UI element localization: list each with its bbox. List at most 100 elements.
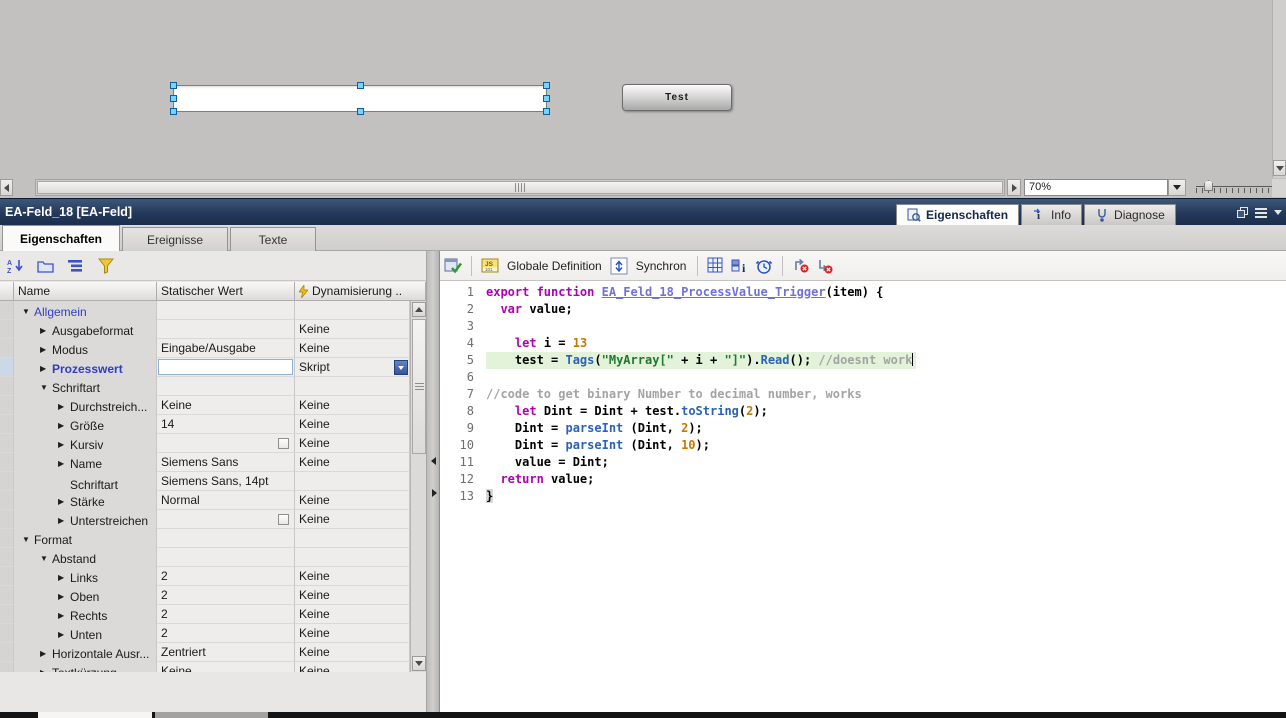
scrollbar-thumb[interactable] <box>37 181 1003 194</box>
timers-icon[interactable] <box>755 257 773 275</box>
property-name-cell[interactable]: ▶Horizontale Ausr... <box>14 643 157 662</box>
code-line[interactable]: 3 <box>440 318 1286 335</box>
script-code-editor[interactable]: 1export function EA_Feld_18_ProcessValue… <box>440 282 1286 712</box>
property-name-cell[interactable]: ▶Textkürzung <box>14 662 157 672</box>
zoom-dropdown-button[interactable] <box>1168 179 1186 196</box>
header-static-value[interactable]: Statischer Wert <box>157 282 295 301</box>
property-name-cell[interactable]: ▶Stärke <box>14 491 157 510</box>
expand-closed-icon[interactable]: ▶ <box>58 569 70 586</box>
design-canvas[interactable]: Test <box>0 0 1286 178</box>
value-checkbox[interactable] <box>278 514 289 525</box>
static-value-cell[interactable] <box>157 358 295 377</box>
tab-events[interactable]: Ereignisse <box>122 227 228 251</box>
scroll-down-button[interactable] <box>1273 160 1286 176</box>
tab-texts[interactable]: Texte <box>230 227 316 251</box>
static-value-cell[interactable] <box>157 529 295 548</box>
header-dynamization[interactable]: Dynamisierung .. <box>295 282 426 301</box>
property-row[interactable]: SchriftartSiemens Sans, 14pt <box>0 472 426 491</box>
selection-handle[interactable] <box>543 108 550 115</box>
expand-closed-icon[interactable]: ▶ <box>40 341 52 358</box>
code-line[interactable]: 10 Dint = parseInt (Dint, 10); <box>440 437 1286 454</box>
property-name-cell[interactable]: ▼Abstand <box>14 548 157 567</box>
property-row[interactable]: ▶Oben2Keine <box>0 586 426 605</box>
dynamization-cell[interactable] <box>295 472 410 491</box>
property-row[interactable]: ▶UnterstreichenKeine <box>0 510 426 529</box>
static-value-cell[interactable]: 2 <box>157 624 295 643</box>
test-button-widget[interactable]: Test <box>622 84 732 111</box>
property-name-cell[interactable]: ▶Prozesswert <box>14 358 157 377</box>
property-name-cell[interactable]: ▶Kursiv <box>14 434 157 453</box>
dynamization-cell[interactable]: Keine <box>295 453 410 472</box>
static-value-cell[interactable]: Siemens Sans <box>157 453 295 472</box>
selection-handle[interactable] <box>357 82 364 89</box>
static-value-cell[interactable] <box>157 377 295 396</box>
selection-handle[interactable] <box>543 95 550 102</box>
dynamization-cell[interactable]: Skript <box>295 358 410 377</box>
code-line[interactable]: 9 Dint = parseInt (Dint, 2); <box>440 420 1286 437</box>
property-vertical-scrollbar[interactable] <box>410 301 426 672</box>
property-name-cell[interactable]: ▶Unten <box>14 624 157 643</box>
static-value-cell[interactable]: Zentriert <box>157 643 295 662</box>
property-row[interactable]: ▶ModusEingabe/AusgabeKeine <box>0 339 426 358</box>
dynamization-cell[interactable]: Keine <box>295 605 410 624</box>
property-row[interactable]: ▶AusgabeformatKeine <box>0 320 426 339</box>
window-layout-icon[interactable] <box>1255 208 1267 218</box>
zoom-slider[interactable] <box>1196 178 1274 198</box>
synchron-icon[interactable] <box>610 257 628 275</box>
code-line[interactable]: 11 value = Dint; <box>440 454 1286 471</box>
dynamization-cell[interactable]: Keine <box>295 320 410 339</box>
pane-splitter[interactable] <box>426 251 440 712</box>
code-line[interactable]: 8 let Dint = Dint + test.toString(2); <box>440 403 1286 420</box>
canvas-vertical-scrollbar[interactable] <box>1272 0 1286 178</box>
expand-closed-icon[interactable]: ▶ <box>58 417 70 434</box>
expand-closed-icon[interactable]: ▶ <box>58 436 70 453</box>
dynamization-cell[interactable]: Keine <box>295 624 410 643</box>
static-value-cell[interactable]: 14 <box>157 415 295 434</box>
property-row[interactable]: ▼Schriftart <box>0 377 426 396</box>
static-value-cell[interactable]: 2 <box>157 586 295 605</box>
dynamization-cell[interactable]: Keine <box>295 586 410 605</box>
scrollbar-thumb[interactable] <box>412 319 426 454</box>
property-name-cell[interactable]: ▼Format <box>14 529 157 548</box>
property-row[interactable]: ▶Rechts2Keine <box>0 605 426 624</box>
collapse-pane-icon[interactable] <box>1274 210 1282 215</box>
property-row[interactable]: ▶NameSiemens SansKeine <box>0 453 426 472</box>
tab-info[interactable]: i Info <box>1021 204 1082 226</box>
property-row[interactable]: ▶Größe14Keine <box>0 415 426 434</box>
property-name-cell[interactable]: Schriftart <box>14 472 157 491</box>
dynamization-cell[interactable]: Keine <box>295 662 410 672</box>
tab-diagnose[interactable]: Diagnose <box>1084 204 1176 226</box>
value-checkbox[interactable] <box>278 438 289 449</box>
property-row[interactable]: ▶Horizontale Ausr...ZentriertKeine <box>0 643 426 662</box>
dynamization-cell[interactable] <box>295 377 410 396</box>
static-value-cell[interactable] <box>157 510 295 529</box>
static-value-cell[interactable] <box>157 548 295 567</box>
property-row[interactable]: ▶Links2Keine <box>0 567 426 586</box>
expand-closed-icon[interactable]: ▶ <box>58 455 70 472</box>
group-view-icon[interactable] <box>36 257 56 275</box>
selection-handle[interactable] <box>170 82 177 89</box>
expand-closed-icon[interactable]: ▶ <box>40 322 52 339</box>
selection-handle[interactable] <box>170 95 177 102</box>
dynamization-cell[interactable]: Keine <box>295 643 410 662</box>
selection-handle[interactable] <box>357 108 364 115</box>
property-name-cell[interactable]: ▶Links <box>14 567 157 586</box>
static-value-cell[interactable]: 2 <box>157 605 295 624</box>
static-value-cell[interactable] <box>157 320 295 339</box>
code-line[interactable]: 6 <box>440 369 1286 386</box>
list-view-icon[interactable] <box>66 257 86 275</box>
collapse-right-icon[interactable] <box>432 489 437 497</box>
dynamization-cell[interactable]: Keine <box>295 491 410 510</box>
zoom-level-combobox[interactable]: 70% <box>1024 179 1168 196</box>
io-field[interactable] <box>173 85 547 112</box>
code-line[interactable]: 4 let i = 13 <box>440 335 1286 352</box>
dynamization-cell[interactable]: Keine <box>295 567 410 586</box>
filter-icon[interactable] <box>96 257 116 275</box>
dynamization-cell[interactable]: Keine <box>295 434 410 453</box>
property-row[interactable]: ▶TextkürzungKeineKeine <box>0 662 426 672</box>
property-name-cell[interactable]: ▶Durchstreich... <box>14 396 157 415</box>
property-name-cell[interactable]: ▶Oben <box>14 586 157 605</box>
property-name-cell[interactable]: ▶Größe <box>14 415 157 434</box>
static-value-cell[interactable] <box>157 301 295 320</box>
expand-open-icon[interactable]: ▼ <box>40 379 52 396</box>
